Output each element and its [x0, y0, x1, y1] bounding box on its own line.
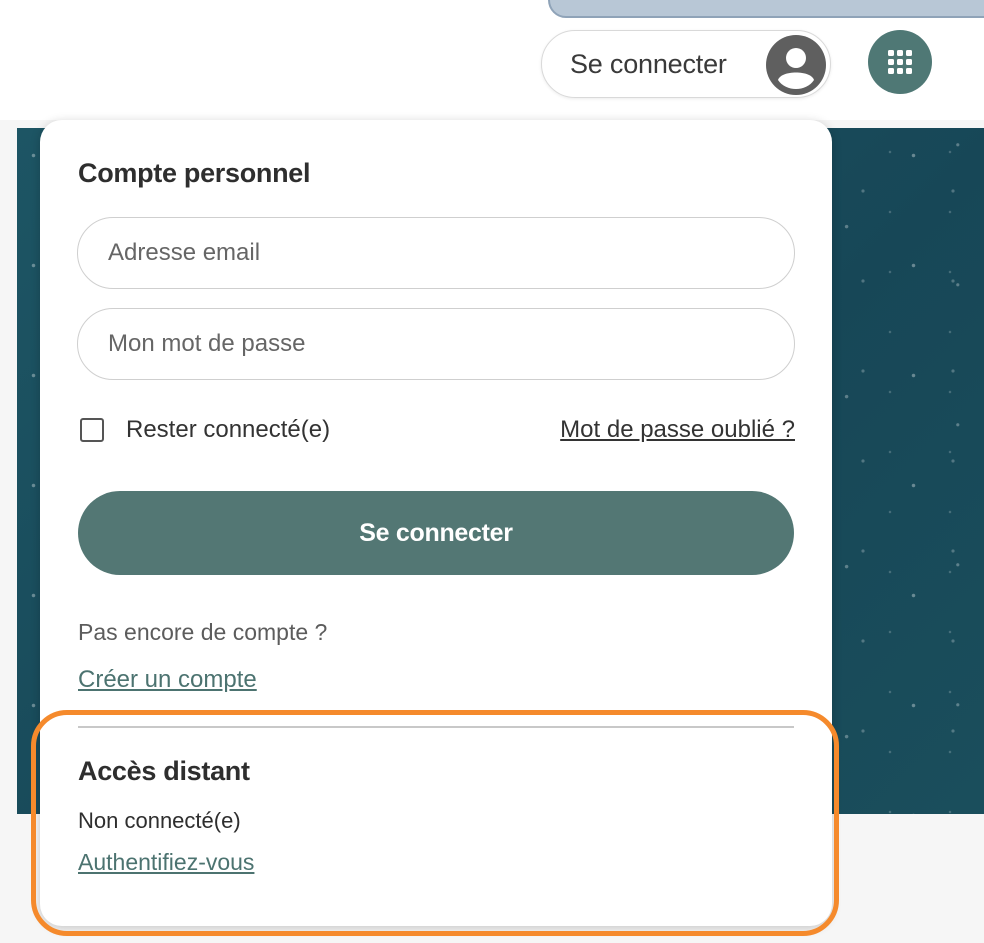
- login-toggle-label: Se connecter: [570, 48, 727, 79]
- section-divider: [78, 726, 794, 728]
- login-submit-button[interactable]: Se connecter: [78, 491, 794, 575]
- top-bar: Se connecter: [0, 0, 984, 120]
- apps-grid-icon: [888, 50, 912, 74]
- authenticate-link[interactable]: Authentifiez-vous: [78, 849, 254, 876]
- remember-me-checkbox[interactable]: [80, 418, 104, 442]
- login-dropdown-panel: Compte personnel Rester connecté(e) Mot …: [40, 120, 832, 926]
- password-field[interactable]: [77, 308, 795, 380]
- remember-me-label: Rester connecté(e): [126, 416, 331, 443]
- email-field[interactable]: [77, 217, 795, 289]
- top-accent-bar: [548, 0, 984, 18]
- remote-access-status: Non connecté(e): [78, 808, 241, 833]
- personal-account-title: Compte personnel: [78, 158, 311, 188]
- no-account-text: Pas encore de compte ?: [78, 619, 328, 645]
- create-account-link[interactable]: Créer un compte: [78, 666, 257, 694]
- remember-me-toggle[interactable]: Rester connecté(e): [80, 416, 330, 444]
- apps-menu-button[interactable]: [868, 30, 932, 94]
- remote-access-title: Accès distant: [78, 756, 250, 786]
- forgot-password-link[interactable]: Mot de passe oublié ?: [560, 416, 795, 444]
- user-avatar-icon: [766, 35, 826, 95]
- login-toggle-button[interactable]: Se connecter: [541, 30, 831, 98]
